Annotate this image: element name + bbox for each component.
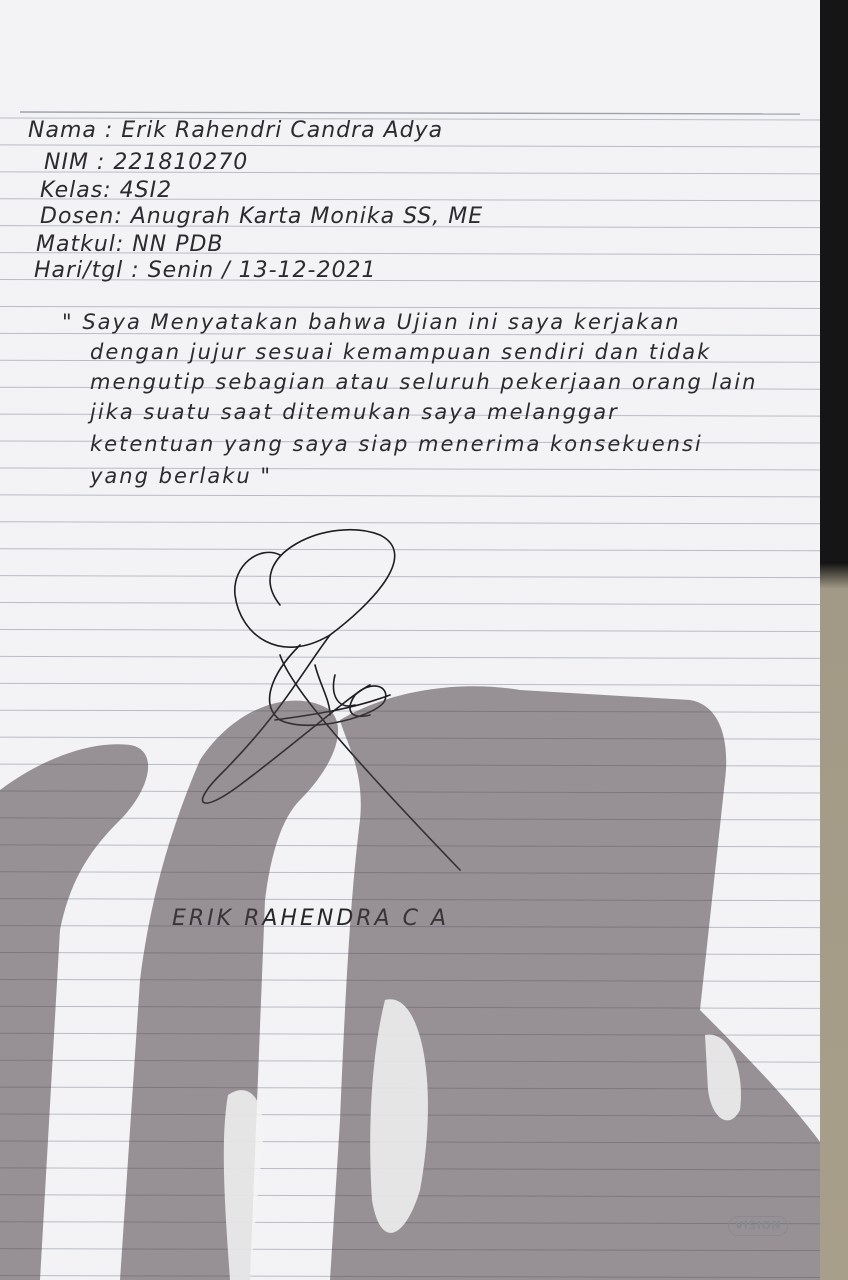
ruled-line	[0, 1221, 826, 1225]
ruled-line	[0, 1194, 826, 1198]
statement-line: jika suatu saat ditemukan saya melanggar	[90, 400, 619, 424]
ruled-line	[0, 144, 826, 148]
ruled-line	[0, 494, 826, 498]
statement-line: mengutip sebagian atau seluruh pekerjaan…	[90, 370, 758, 394]
handwritten-signature	[201, 529, 461, 871]
ruled-line	[0, 1032, 826, 1036]
ruled-line	[0, 1248, 826, 1252]
ruled-line	[0, 305, 826, 309]
ruled-line	[0, 1167, 826, 1171]
statement-line: " Saya Menyatakan bahwa Ujian ini saya k…	[62, 310, 681, 334]
matkul-field: Matkul: NN PDB	[36, 232, 224, 257]
nim-field: NIM : 221810270	[44, 150, 249, 175]
date-field: Hari/tgl : Senin / 13-12-2021	[34, 258, 377, 283]
statement-line: ketentuan yang saya siap menerima konsek…	[90, 432, 703, 456]
ruled-line	[0, 1140, 826, 1144]
ruled-line	[0, 1113, 826, 1117]
ruled-line	[0, 898, 826, 902]
ruled-line	[0, 952, 826, 956]
kelas-field: Kelas: 4SI2	[40, 178, 173, 203]
header-rule	[19, 111, 801, 115]
ruled-line	[0, 1275, 826, 1279]
background-edge	[820, 0, 848, 1280]
statement-line: yang berlaku "	[90, 464, 273, 488]
vision-logo: VISION	[728, 1216, 788, 1236]
notebook-page: Nama : Erik Rahendri Candra Adya NIM : 2…	[0, 0, 826, 1280]
printed-name: ERIK RAHENDRA C A	[172, 906, 450, 931]
name-field: Nama : Erik Rahendri Candra Adya	[28, 118, 444, 143]
statement-line: dengan jujur sesuai kemampuan sendiri da…	[90, 340, 712, 364]
dosen-field: Dosen: Anugrah Karta Monika SS, ME	[40, 204, 484, 229]
ruled-line	[0, 1059, 826, 1063]
ruled-line	[0, 1005, 826, 1009]
ruled-line	[0, 1086, 826, 1090]
ruled-line	[0, 978, 826, 982]
